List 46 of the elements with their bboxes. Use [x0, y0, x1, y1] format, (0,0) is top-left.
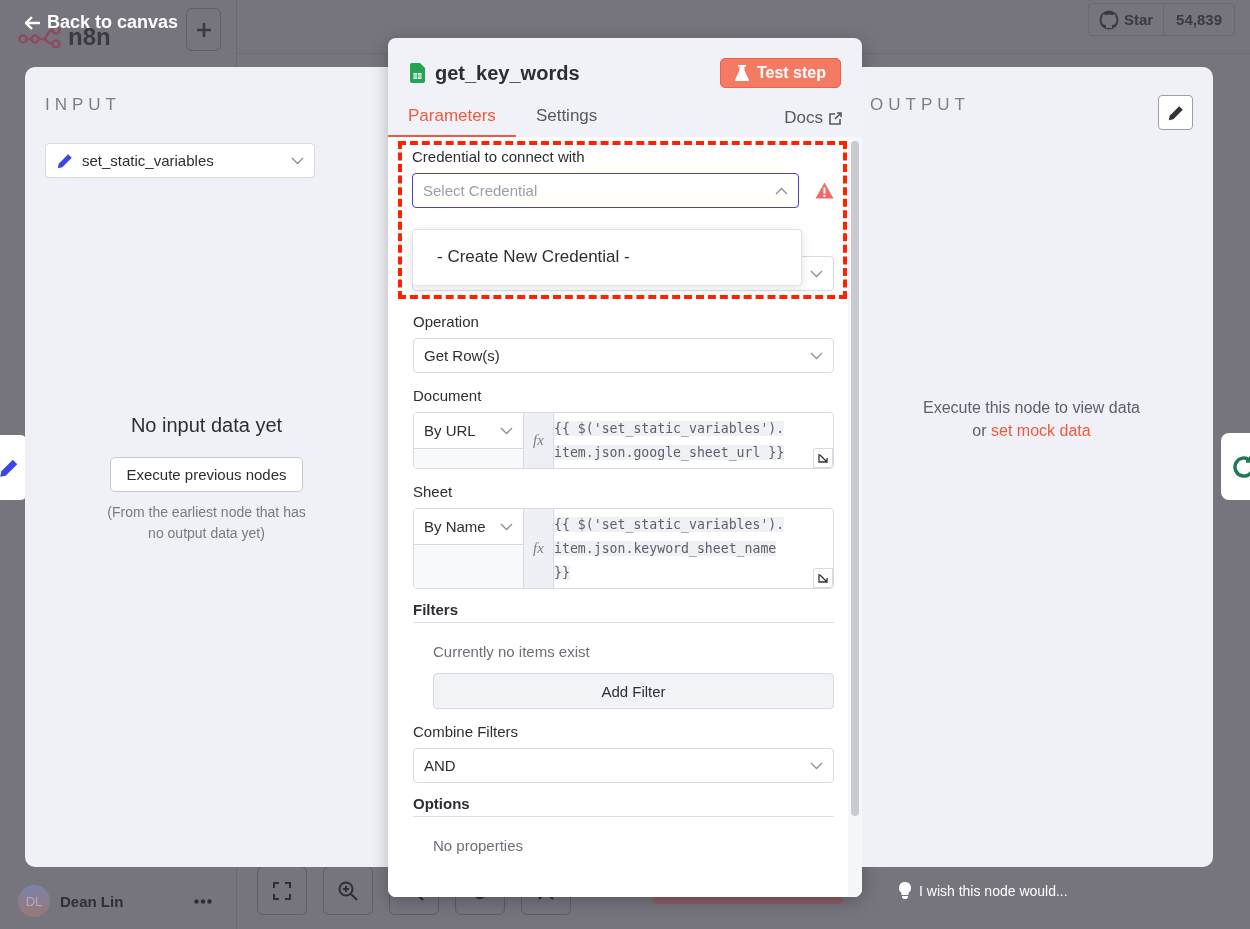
field-label: Sheet — [413, 483, 454, 500]
empty-note: No properties — [433, 837, 525, 854]
panel-title: INPUT — [45, 95, 122, 115]
mock-data-hint: or set mock data — [972, 420, 1091, 441]
plus-icon — [195, 21, 212, 38]
docs-link[interactable]: Docs — [784, 108, 842, 137]
zoom-in-icon — [338, 880, 358, 901]
chevron-down-icon — [810, 761, 823, 770]
github-icon — [1098, 9, 1119, 30]
empty-note: Currently no items exist — [433, 643, 591, 660]
field-label: Combine Filters — [413, 723, 520, 740]
external-link-icon — [829, 111, 842, 125]
field-label: Credential to connect with — [412, 148, 586, 165]
spreadsheet-icon — [410, 63, 425, 83]
user-name: Dean Lin — [60, 892, 125, 910]
empty-note: (From the earliest node that has no output data yet) — [106, 502, 307, 543]
chevron-down-icon — [291, 156, 304, 165]
chevron-up-icon — [775, 186, 788, 195]
scrollbar[interactable] — [848, 137, 862, 897]
panel-title: OUTPUT — [870, 95, 970, 115]
lightbulb-icon — [899, 882, 911, 899]
section-title: Options — [413, 795, 834, 817]
canvas-node[interactable] — [0, 435, 28, 500]
node-title: get_key_words — [435, 61, 580, 85]
refresh-icon — [1230, 453, 1250, 480]
arrow-left-icon — [25, 15, 41, 30]
field-label: Operation — [413, 313, 480, 330]
tab[interactable]: Settings — [515, 100, 618, 137]
section-title: Filters — [413, 601, 834, 623]
chevron-down-icon — [810, 269, 823, 278]
select-field[interactable]: AND — [413, 748, 834, 783]
add-filter-button[interactable]: Add Filter — [433, 673, 834, 709]
fullscreen-icon — [273, 881, 291, 900]
feedback-hint[interactable]: I wish this node would... — [899, 882, 1068, 899]
chevron-down-icon — [810, 351, 823, 360]
execute-previous-button[interactable]: Execute previous nodes — [110, 456, 303, 492]
field-label: Document — [413, 387, 483, 404]
more-icon[interactable] — [194, 898, 212, 904]
node-select[interactable]: set_static_variables — [45, 143, 315, 178]
flask-icon — [734, 65, 749, 81]
dropdown-option[interactable]: - Create New Credential - — [437, 247, 630, 266]
add-button[interactable] — [186, 8, 221, 51]
edit-output-button[interactable] — [1158, 95, 1193, 130]
empty-message: Execute this node to view data — [923, 397, 1140, 418]
select-field[interactable]: Get Row(s) — [413, 338, 834, 373]
empty-title: No input data yet — [130, 413, 283, 437]
